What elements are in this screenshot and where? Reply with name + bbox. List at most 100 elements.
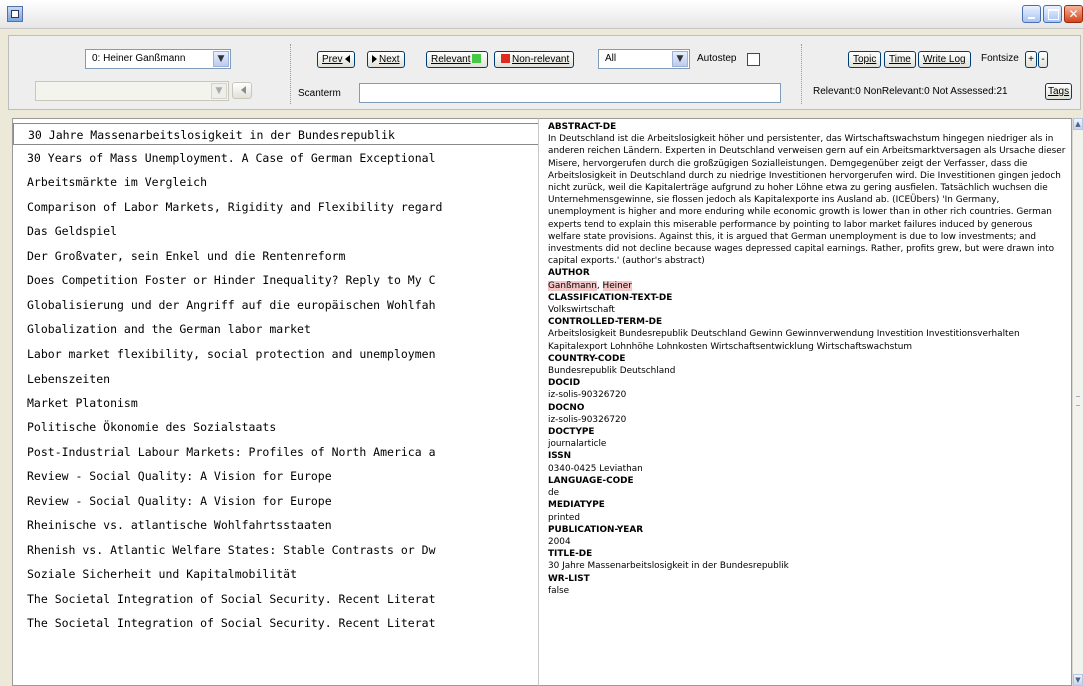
maximize-icon xyxy=(1048,9,1059,20)
list-item[interactable]: Politische Ökonomie des Sozialstaats xyxy=(13,416,538,438)
list-item[interactable]: Review - Social Quality: A Vision for Eu… xyxy=(13,490,538,512)
list-item[interactable]: Review - Social Quality: A Vision for Eu… xyxy=(13,465,538,487)
chevron-down-icon: ▼ xyxy=(213,51,229,67)
wrlist-value: false xyxy=(548,585,570,596)
list-item[interactable]: Globalisierung und der Angriff auf die e… xyxy=(13,294,538,316)
scroll-up-icon[interactable]: ▲ xyxy=(1073,118,1083,130)
nonrelevant-button-label: Non-relevant xyxy=(512,54,570,65)
fontsize-decrease-button[interactable]: - xyxy=(1038,51,1048,68)
fontsize-label: Fontsize xyxy=(981,53,1019,64)
secondary-select[interactable]: ▼ xyxy=(35,81,229,101)
field-name: ABSTRACT-DE xyxy=(548,122,617,132)
prev-button[interactable]: Prev xyxy=(317,51,355,68)
field-name: DOCID xyxy=(548,378,581,389)
field-name: DOCNO xyxy=(548,402,585,413)
nonrelevant-color-icon xyxy=(501,54,510,63)
scanterm-label: Scanterm xyxy=(298,88,341,99)
minimize-icon xyxy=(1028,17,1035,19)
list-item[interactable]: 30 Jahre Massenarbeitslosigkeit in der B… xyxy=(13,123,538,145)
list-item[interactable]: Labor market flexibility, social protect… xyxy=(13,343,538,365)
list-item[interactable]: The Societal Integration of Social Secur… xyxy=(13,612,538,634)
docno-value: iz-solis-90326720 xyxy=(548,414,627,425)
list-item[interactable]: Arbeitsmärkte im Vergleich xyxy=(13,171,538,193)
topic-button-label: Topic xyxy=(853,54,877,65)
list-item[interactable]: Comparison of Labor Markets, Rigidity an… xyxy=(13,196,538,218)
chevron-down-icon: ▼ xyxy=(211,83,227,99)
tags-button[interactable]: Tags xyxy=(1045,83,1073,100)
separator xyxy=(290,44,292,104)
minimize-button[interactable] xyxy=(1022,5,1041,23)
tags-button-label: Tags xyxy=(1048,86,1070,97)
list-item[interactable]: Does Competition Foster or Hinder Inequa… xyxy=(13,269,538,291)
time-button[interactable]: Time xyxy=(884,51,916,68)
document-list: 30 Jahre Massenarbeitslosigkeit in der B… xyxy=(12,118,538,686)
author-firstname: Heiner xyxy=(602,280,632,291)
author-value: Ganßmann, Heiner xyxy=(548,280,1066,292)
write-log-button[interactable]: Write Log xyxy=(918,51,971,68)
list-item[interactable]: Das Geldspiel xyxy=(13,220,538,242)
field-name: CONTROLLED-TERM-DE xyxy=(548,317,663,328)
field-name: DOCTYPE xyxy=(548,427,595,438)
classification-value: Volkswirtschaft xyxy=(548,305,615,316)
write-log-button-label: Write Log xyxy=(923,54,966,65)
list-item[interactable]: Globalization and the German labor marke… xyxy=(13,318,538,340)
maximize-button[interactable] xyxy=(1043,5,1062,23)
list-item[interactable]: Soziale Sicherheit und Kapitalmobilität xyxy=(13,563,538,585)
document-fields: ABSTRACT-DE In Deutschland ist die Arbei… xyxy=(548,121,1066,597)
field-name: MEDIATYPE xyxy=(548,500,605,511)
list-item[interactable]: The Societal Integration of Social Secur… xyxy=(13,588,538,610)
language-value: de xyxy=(548,488,560,499)
detail-scrollbar[interactable]: ▲ ▼ xyxy=(1072,118,1083,686)
relevant-button-label: Relevant xyxy=(431,54,471,65)
author-separator: , xyxy=(596,280,603,291)
list-item[interactable]: 30 Years of Mass Unemployment. A Case of… xyxy=(13,147,538,169)
arrow-right-icon xyxy=(372,55,377,63)
user-select[interactable]: 0: Heiner Ganßmann ▼ xyxy=(85,49,231,69)
list-item[interactable]: Rhenish vs. Atlantic Welfare States: Sta… xyxy=(13,539,538,561)
country-value: Bundesrepublik Deutschland xyxy=(548,366,676,377)
java-app-icon xyxy=(7,6,23,22)
list-item[interactable]: Post-Industrial Labour Markets: Profiles… xyxy=(13,441,538,463)
back-button[interactable] xyxy=(232,82,252,99)
scanterm-input[interactable] xyxy=(359,83,781,103)
mediatype-value: printed xyxy=(548,512,580,523)
prev-button-label: Prev xyxy=(322,54,343,65)
plus-icon: + xyxy=(1028,54,1034,65)
filter-select[interactable]: All ▼ xyxy=(598,49,690,69)
docid-value: iz-solis-90326720 xyxy=(548,390,627,401)
arrow-left-icon xyxy=(240,86,246,94)
field-name: TITLE-DE xyxy=(548,549,593,560)
list-item[interactable]: Der Großvater, sein Enkel und die Renten… xyxy=(13,245,538,267)
topic-button[interactable]: Topic xyxy=(848,51,882,68)
field-name: WR-LIST xyxy=(548,573,590,584)
list-item[interactable]: Market Platonism xyxy=(13,392,538,414)
autostep-checkbox[interactable] xyxy=(747,53,760,66)
scroll-down-icon[interactable]: ▼ xyxy=(1073,674,1083,686)
issn-value: 0340-0425 Leviathan xyxy=(548,463,643,474)
close-button[interactable]: ✕ xyxy=(1064,5,1083,23)
time-button-label: Time xyxy=(889,54,911,65)
chevron-down-icon: ▼ xyxy=(672,51,688,67)
controlled-terms-value: Arbeitslosigkeit Bundesrepublik Deutschl… xyxy=(548,329,1020,352)
scroll-thumb[interactable] xyxy=(1076,396,1080,406)
document-detail: ABSTRACT-DE In Deutschland ist die Arbei… xyxy=(538,118,1072,686)
list-item[interactable]: Lebenszeiten xyxy=(13,368,538,390)
fontsize-increase-button[interactable]: + xyxy=(1025,51,1037,68)
nonrelevant-button[interactable]: Non-relevant xyxy=(494,51,575,68)
assessment-status: Relevant:0 NonRelevant:0 Not Assessed:21 xyxy=(813,86,1008,97)
field-name: CLASSIFICATION-TEXT-DE xyxy=(548,292,673,303)
list-item[interactable]: Rheinische vs. atlantische Wohlfahrtssta… xyxy=(13,514,538,536)
field-name: PUBLICATION-YEAR xyxy=(548,524,644,535)
relevant-button[interactable]: Relevant xyxy=(426,51,489,68)
close-icon: ✕ xyxy=(1068,7,1079,21)
minus-icon: - xyxy=(1041,54,1045,65)
next-button-label: Next xyxy=(379,54,400,65)
next-button[interactable]: Next xyxy=(367,51,405,68)
abstract-text: In Deutschland ist die Arbeitslosigkeit … xyxy=(548,134,1066,267)
field-name: ISSN xyxy=(548,451,572,462)
separator xyxy=(801,44,803,104)
arrow-left-icon xyxy=(344,55,350,63)
relevant-color-icon xyxy=(472,54,482,63)
toolbar: 0: Heiner Ganßmann ▼ ▼ Prev Next Relevan… xyxy=(8,35,1081,110)
field-name: COUNTRY-CODE xyxy=(548,353,626,364)
